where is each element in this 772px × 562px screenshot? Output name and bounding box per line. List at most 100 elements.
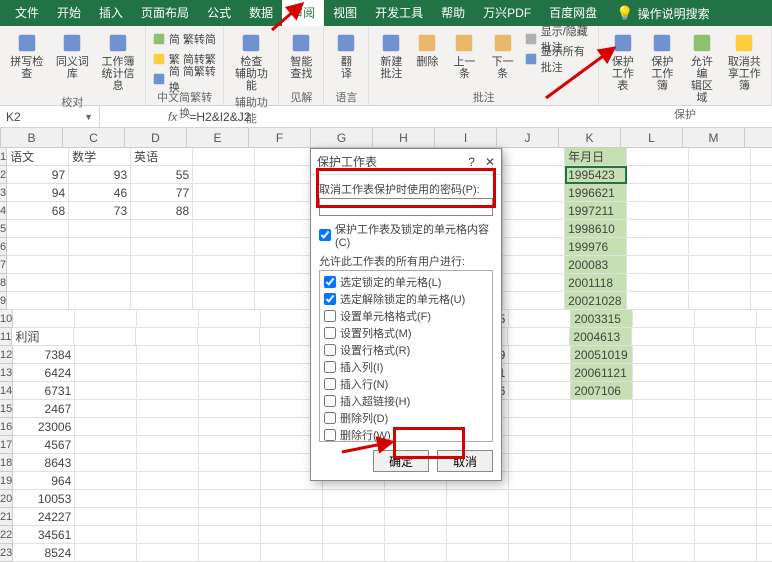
cell[interactable]: [503, 220, 565, 238]
cell[interactable]: [509, 418, 571, 436]
col-header-B[interactable]: B: [1, 128, 63, 147]
cell[interactable]: 1997211: [565, 202, 627, 220]
row-header[interactable]: 5: [0, 220, 7, 238]
cell[interactable]: 20061121: [571, 364, 633, 382]
cell[interactable]: 24227: [13, 508, 75, 526]
cell[interactable]: [69, 274, 131, 292]
cell[interactable]: [199, 310, 261, 328]
cell[interactable]: [751, 292, 772, 310]
cell[interactable]: [193, 166, 255, 184]
cell[interactable]: [633, 382, 695, 400]
cell[interactable]: [75, 508, 137, 526]
cell[interactable]: [131, 220, 193, 238]
cell[interactable]: [69, 256, 131, 274]
cell[interactable]: 73: [69, 202, 131, 220]
col-header-D[interactable]: D: [125, 128, 187, 147]
cell[interactable]: [447, 490, 509, 508]
cell[interactable]: [69, 292, 131, 310]
cell[interactable]: [757, 472, 772, 490]
cell[interactable]: [13, 310, 75, 328]
cell[interactable]: [509, 400, 571, 418]
ribbon-btn[interactable]: 删除: [411, 30, 443, 70]
cell[interactable]: [255, 202, 317, 220]
permission-checkbox[interactable]: [324, 361, 336, 373]
permission-item[interactable]: 插入行(N): [324, 376, 488, 392]
row-header[interactable]: 8: [0, 274, 7, 292]
cell[interactable]: [74, 328, 136, 346]
cell[interactable]: [503, 292, 565, 310]
cell[interactable]: 6424: [13, 364, 75, 382]
cell[interactable]: [323, 508, 385, 526]
tab-帮助[interactable]: 帮助: [432, 0, 474, 26]
row-header[interactable]: 22: [0, 526, 13, 544]
row-header[interactable]: 3: [0, 184, 7, 202]
cell[interactable]: [199, 418, 261, 436]
cell[interactable]: [261, 490, 323, 508]
cell[interactable]: [75, 400, 137, 418]
cell[interactable]: [689, 274, 751, 292]
cell[interactable]: [695, 382, 757, 400]
ribbon-btn[interactable]: 保护工作表: [605, 30, 641, 94]
tab-开发工具[interactable]: 开发工具: [366, 0, 432, 26]
cell[interactable]: [447, 544, 509, 562]
cell[interactable]: [137, 418, 199, 436]
cell[interactable]: [756, 328, 772, 346]
cell[interactable]: 1998610: [565, 220, 627, 238]
cell[interactable]: [447, 526, 509, 544]
cell[interactable]: [137, 364, 199, 382]
cell[interactable]: [199, 490, 261, 508]
cell[interactable]: [627, 238, 689, 256]
col-header-H[interactable]: H: [373, 128, 435, 147]
ribbon-btn[interactable]: 智能查找: [285, 30, 317, 82]
row-header[interactable]: 19: [0, 472, 13, 490]
cell[interactable]: 1996621: [565, 184, 627, 202]
cell[interactable]: [503, 202, 565, 220]
password-input[interactable]: [319, 198, 493, 216]
permission-item[interactable]: 删除行(W): [324, 427, 488, 442]
permission-item[interactable]: 删除列(D): [324, 410, 488, 426]
cell[interactable]: [255, 166, 317, 184]
row-header[interactable]: 1: [0, 148, 7, 166]
cell[interactable]: [689, 184, 751, 202]
cell[interactable]: [75, 490, 137, 508]
row-header[interactable]: 11: [0, 328, 12, 346]
cell[interactable]: 93: [69, 166, 131, 184]
col-header-C[interactable]: C: [63, 128, 125, 147]
cell[interactable]: [571, 436, 633, 454]
name-box[interactable]: K2 ▼: [0, 106, 100, 127]
cell[interactable]: [571, 490, 633, 508]
cell[interactable]: [509, 544, 571, 562]
cell[interactable]: [627, 220, 689, 238]
cell[interactable]: [751, 256, 772, 274]
cell[interactable]: [131, 292, 193, 310]
ribbon-btn[interactable]: 允许编辑区域: [684, 30, 720, 106]
cell[interactable]: [627, 202, 689, 220]
cell[interactable]: [323, 526, 385, 544]
cell[interactable]: [75, 544, 137, 562]
cell[interactable]: [193, 202, 255, 220]
ribbon-btn[interactable]: 简 繁转简: [152, 30, 218, 48]
cell[interactable]: [509, 310, 571, 328]
search-box[interactable]: 💡 操作说明搜索: [616, 5, 709, 22]
cell[interactable]: 46: [69, 184, 131, 202]
cell[interactable]: [508, 328, 570, 346]
cell[interactable]: [193, 274, 255, 292]
cell[interactable]: [261, 544, 323, 562]
col-header-M[interactable]: M: [683, 128, 745, 147]
cell[interactable]: [199, 436, 261, 454]
permission-checkbox[interactable]: [324, 293, 336, 305]
cell[interactable]: [261, 526, 323, 544]
cell[interactable]: [75, 472, 137, 490]
cell[interactable]: [69, 238, 131, 256]
cell[interactable]: [633, 454, 695, 472]
permission-checkbox[interactable]: [324, 395, 336, 407]
permission-item[interactable]: 设置单元格格式(F): [324, 308, 488, 324]
tab-万兴PDF[interactable]: 万兴PDF: [474, 0, 540, 26]
cell[interactable]: 2467: [13, 400, 75, 418]
row-header[interactable]: 6: [0, 238, 7, 256]
permission-item[interactable]: 选定锁定的单元格(L): [324, 274, 488, 290]
cell[interactable]: [632, 328, 694, 346]
cell[interactable]: [633, 436, 695, 454]
cell[interactable]: [757, 400, 772, 418]
cell[interactable]: 55: [131, 166, 193, 184]
